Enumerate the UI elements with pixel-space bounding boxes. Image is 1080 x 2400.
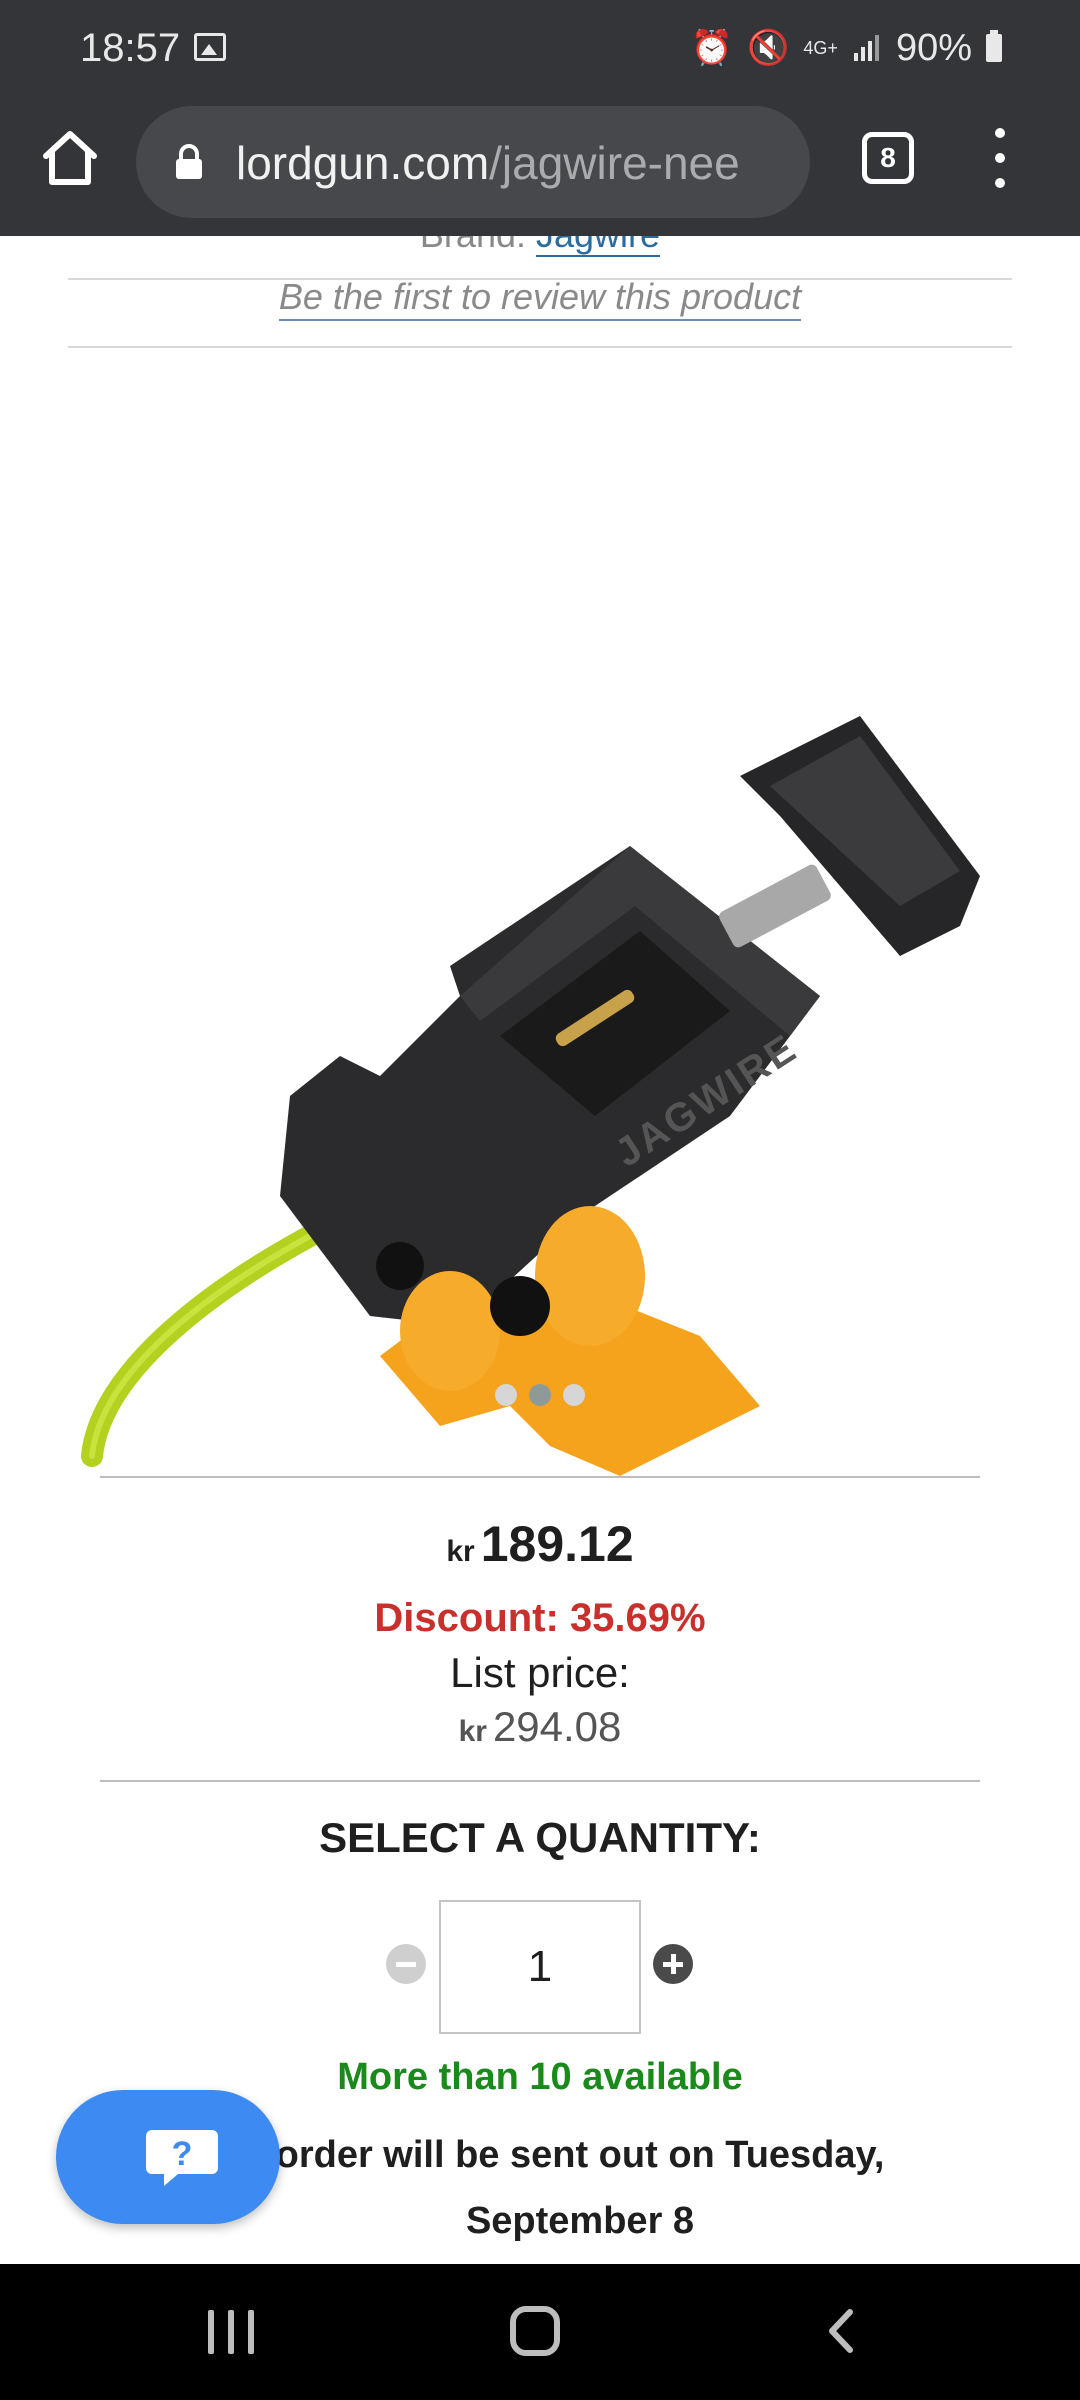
- recents-icon[interactable]: [206, 2310, 256, 2354]
- page-content: Brand: Jagwire Be the first to review th…: [0, 236, 1080, 2264]
- status-bar: 18:57 ⏰ 🔇 4G+ 90%: [0, 0, 1080, 96]
- gallery-icon: [194, 33, 226, 61]
- currency: kr: [446, 1535, 475, 1568]
- url-host: lordgun.com: [236, 137, 490, 189]
- mute-icon: 🔇: [747, 29, 790, 67]
- brand-link[interactable]: Jagwire: [536, 236, 661, 257]
- price-block: kr 189.12 Discount: 35.69% List price: kr…: [0, 1512, 1080, 1759]
- quantity-input[interactable]: [439, 1900, 641, 2034]
- list-price-value: 294.08: [492, 1703, 622, 1750]
- divider: [100, 1780, 980, 1782]
- currency: kr: [458, 1715, 487, 1748]
- list-price: kr 294.08: [0, 1700, 1080, 1759]
- status-icons: ⏰ 🔇 4G+ 90%: [691, 24, 1002, 72]
- address-bar[interactable]: lordgun.com/jagwire-nee: [136, 106, 810, 218]
- carousel-dot[interactable]: [495, 1384, 517, 1406]
- review-link[interactable]: Be the first to review this product: [278, 276, 802, 321]
- 4g-icon: 4G+: [803, 38, 838, 58]
- review-link-wrap: Be the first to review this product: [0, 276, 1080, 321]
- divider: [68, 346, 1012, 348]
- home-icon[interactable]: [38, 126, 102, 190]
- quantity-increase-button[interactable]: [653, 1944, 693, 1984]
- price: kr 189.12: [0, 1512, 1080, 1584]
- discount-text: Discount: 35.69%: [374, 1596, 706, 1640]
- home-nav-icon[interactable]: [510, 2306, 560, 2356]
- system-nav-bar: [0, 2264, 1080, 2400]
- shipping-text: order will be sent out on Tuesday, Septe…: [275, 2134, 885, 2242]
- signal-icon: [853, 35, 879, 61]
- battery-percentage: 90%: [895, 27, 972, 69]
- carousel-dot-active[interactable]: [529, 1384, 551, 1406]
- back-icon[interactable]: [822, 2306, 862, 2356]
- overflow-menu-icon[interactable]: [980, 126, 1020, 190]
- url-path: /jagwire-nee: [489, 137, 740, 189]
- quantity-decrease-button[interactable]: [386, 1944, 426, 1984]
- lock-icon: [176, 144, 202, 179]
- url-text: lordgun.com/jagwire-nee: [236, 136, 740, 190]
- browser-toolbar: lordgun.com/jagwire-nee 8: [0, 96, 1080, 236]
- svg-text:?: ?: [172, 2135, 193, 2173]
- brand-line: Brand: Jagwire: [0, 236, 1080, 257]
- brand-prefix: Brand:: [420, 236, 536, 255]
- price-value: 189.12: [480, 1516, 634, 1572]
- product-image[interactable]: JAGWIRE: [80, 476, 1000, 1476]
- image-carousel-dots: [0, 1384, 1080, 1406]
- chat-question-icon: ?: [146, 2130, 218, 2186]
- carousel-dot[interactable]: [563, 1384, 585, 1406]
- quantity-title: SELECT A QUANTITY:: [319, 1814, 761, 1861]
- divider: [100, 1476, 980, 1478]
- clock: 18:57: [80, 26, 181, 70]
- alarm-icon: ⏰: [690, 29, 734, 67]
- chat-help-button[interactable]: ?: [56, 2090, 280, 2224]
- list-price-label: List price:: [450, 1649, 630, 1696]
- tab-switcher-button[interactable]: 8: [862, 132, 914, 184]
- battery-icon: [986, 30, 1002, 62]
